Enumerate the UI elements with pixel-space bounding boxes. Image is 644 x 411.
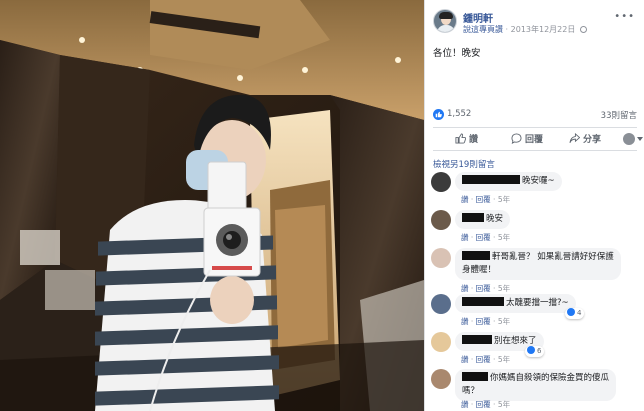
comment-reply-link[interactable]: 回覆 xyxy=(476,355,491,364)
comment-text: 晚安囉~ xyxy=(522,176,555,186)
commenter-avatar[interactable] xyxy=(431,332,451,352)
comment-text: 軒哥亂晉？ 如果亂晉請好好保護 xyxy=(492,252,614,262)
comment-reply-link[interactable]: 回覆 xyxy=(476,195,491,204)
view-previous-comments[interactable]: 檢視另19則留言 xyxy=(433,158,495,170)
redacted-name xyxy=(462,372,488,381)
comment-icon xyxy=(511,133,522,144)
commenter-avatar[interactable] xyxy=(431,210,451,230)
comment-text: 晚安 xyxy=(486,214,504,224)
selfie-image xyxy=(0,0,424,411)
post-text: 各位！晚安 xyxy=(433,48,481,59)
comment-bubble: 軒哥亂晉？ 如果亂晉請好好保護身體喔！ xyxy=(455,248,621,280)
comment-reaction-count: 4 xyxy=(577,309,582,317)
comment-reply-link[interactable]: 回覆 xyxy=(476,233,491,242)
like-label: 讚 xyxy=(469,135,479,145)
comment-actions: 讚 · 回覆 · 5年 xyxy=(461,355,511,364)
reactions-summary[interactable]: 1,552 33則留言 xyxy=(433,108,637,122)
comment-like-link[interactable]: 讚 xyxy=(461,400,469,409)
post-header: 鍾明軒 說這專頁讚 · 2013年12月22日 ••• xyxy=(433,9,643,35)
commenter-avatar[interactable] xyxy=(431,172,451,192)
comment-actions: 讚 · 回覆 · 5年 xyxy=(461,195,511,204)
comment-reply-link[interactable]: 回覆 xyxy=(476,317,491,326)
comment-text-continued: 身體喔！ xyxy=(462,265,497,275)
comment-count[interactable]: 33則留言 xyxy=(601,109,637,121)
comment-age: 5年 xyxy=(497,400,511,409)
comment-like-link[interactable]: 讚 xyxy=(461,317,469,326)
comment-age: 5年 xyxy=(497,355,511,364)
share-icon xyxy=(569,133,580,143)
comment-like-link[interactable]: 讚 xyxy=(461,233,469,242)
comment-age: 5年 xyxy=(497,233,511,242)
chevron-down-icon[interactable] xyxy=(637,137,643,141)
comment-label: 回覆 xyxy=(525,135,544,145)
redacted-name xyxy=(462,297,504,306)
comment-actions: 讚 · 回覆 · 5年 xyxy=(461,400,511,409)
commenter-avatar[interactable] xyxy=(431,369,451,389)
thumbs-up-icon xyxy=(455,133,466,144)
comment-age: 5年 xyxy=(497,317,511,326)
post-meta: 說這專頁讚 · 2013年12月22日 xyxy=(463,24,587,35)
comment-bubble: 晚安 xyxy=(455,210,511,229)
author-avatar[interactable] xyxy=(433,9,457,33)
comment-like-link[interactable]: 讚 xyxy=(461,284,469,293)
comment-bubble: 晚安囉~ xyxy=(455,172,562,191)
comment-like-link[interactable]: 讚 xyxy=(461,195,469,204)
comment-reaction-count: 6 xyxy=(537,347,542,355)
comment-like-link[interactable]: 讚 xyxy=(461,355,469,364)
more-options-icon[interactable]: ••• xyxy=(614,11,635,22)
redacted-name xyxy=(462,213,484,222)
post-date[interactable]: 2013年12月22日 xyxy=(511,25,576,34)
comment-text: 你媽媽自殺領的保險金買的傻瓜 xyxy=(490,373,610,383)
comment-bubble: 你媽媽自殺領的保險金買的傻瓜 嗎？ xyxy=(455,369,617,401)
comment-reply-link[interactable]: 回覆 xyxy=(476,284,491,293)
redacted-name xyxy=(462,175,520,184)
like-reaction-icon xyxy=(527,346,535,354)
comment-button[interactable]: 回覆 xyxy=(511,132,543,145)
commenter-avatar-selector[interactable] xyxy=(623,133,635,145)
comment-bubble: 太醜要擋一擋?~ xyxy=(455,294,576,313)
action-bar: 讚 回覆 分享 xyxy=(433,127,643,151)
comment-text-continued: 嗎？ xyxy=(462,386,480,396)
comment-text: 太醜要擋一擋?~ xyxy=(506,298,569,308)
share-button[interactable]: 分享 xyxy=(569,132,601,145)
comment-actions: 讚 · 回覆 · 5年 xyxy=(461,233,511,242)
comment-actions: 讚 · 回覆 · 5年 xyxy=(461,284,511,293)
page-like-link[interactable]: 說這專頁讚 xyxy=(463,25,503,34)
commenter-avatar[interactable] xyxy=(431,294,451,314)
comment-age: 5年 xyxy=(497,284,511,293)
globe-icon xyxy=(579,26,587,33)
commenter-avatar[interactable] xyxy=(431,248,451,268)
post-panel: 鍾明軒 說這專頁讚 · 2013年12月22日 ••• 各位！晚安 1,552 … xyxy=(424,0,644,411)
reaction-count: 1,552 xyxy=(447,109,472,119)
author-name[interactable]: 鍾明軒 xyxy=(463,10,493,25)
comment-reply-link[interactable]: 回覆 xyxy=(476,400,491,409)
redacted-name xyxy=(462,335,492,344)
like-reaction-icon xyxy=(567,308,575,316)
like-reaction-icon xyxy=(433,109,444,120)
comment-reaction-badge[interactable]: 6 xyxy=(525,346,545,357)
share-label: 分享 xyxy=(583,135,602,145)
post-photo[interactable] xyxy=(0,0,424,411)
comment-reaction-badge[interactable]: 4 xyxy=(565,308,585,319)
comment-age: 5年 xyxy=(497,195,511,204)
comment-text: 別在想來了 xyxy=(494,336,537,346)
like-button[interactable]: 讚 xyxy=(455,132,478,145)
comment-actions: 讚 · 回覆 · 5年 xyxy=(461,317,511,326)
redacted-name xyxy=(462,251,490,260)
